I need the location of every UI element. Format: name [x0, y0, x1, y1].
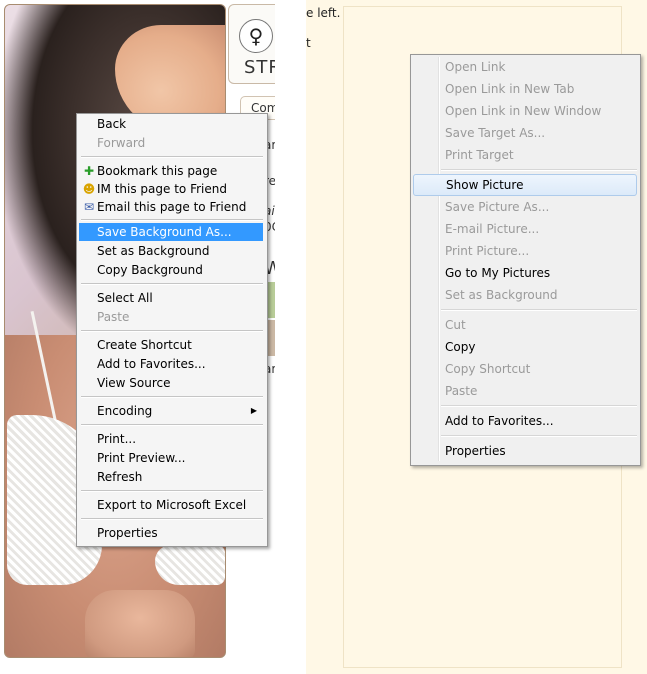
menu-item-label: Bookmark this page	[97, 164, 218, 178]
menu-item-label: Open Link in New Tab	[445, 82, 575, 96]
menu-item-paste: Paste	[79, 308, 263, 326]
menu-item-label: Save Background As...	[97, 225, 232, 239]
envelope-icon: ✉	[83, 200, 95, 214]
menu-item-label: Back	[97, 117, 127, 131]
menu-item-label: Encoding	[97, 404, 153, 418]
page-text-fragment: t	[306, 36, 311, 50]
menu-item-label: Cut	[445, 318, 466, 332]
menu-item-add-to-favorites[interactable]: Add to Favorites...	[413, 410, 637, 432]
menu-separator	[81, 330, 263, 332]
menu-item-refresh[interactable]: Refresh	[79, 468, 263, 486]
menu-item-label: Email this page to Friend	[97, 200, 247, 214]
menu-item-export-excel[interactable]: Export to Microsoft Excel	[79, 496, 263, 514]
menu-item-label: Go to My Pictures	[445, 266, 551, 280]
menu-separator	[81, 283, 263, 285]
menu-item-label: Forward	[97, 136, 146, 150]
submenu-arrow-icon: ▶	[250, 406, 257, 415]
logo-text: STR	[244, 57, 275, 78]
menu-item-label: Set as Background	[97, 244, 210, 258]
menu-separator	[81, 424, 263, 426]
smiley-icon: ☻	[82, 182, 96, 196]
site-logo[interactable]: ♀ STR	[228, 4, 275, 84]
menu-item-label: Print Preview...	[97, 451, 186, 465]
menu-item-view-source[interactable]: View Source	[79, 374, 263, 392]
menu-item-im-friend[interactable]: ☻ IM this page to Friend	[79, 180, 263, 198]
menu-item-label: Export to Microsoft Excel	[97, 498, 247, 512]
menu-item-print-preview[interactable]: Print Preview...	[79, 449, 263, 467]
menu-separator	[81, 156, 263, 158]
menu-item-label: Print...	[97, 432, 137, 446]
menu-separator	[81, 396, 263, 398]
menu-separator	[81, 490, 263, 492]
picture-context-menu: Open Link Open Link in New Tab Open Link…	[410, 54, 641, 466]
menu-item-print-target: Print Target	[413, 144, 637, 166]
menu-item-forward: Forward	[79, 134, 263, 152]
menu-item-label: Set as Background	[445, 288, 558, 302]
menu-item-label: Open Link	[445, 60, 506, 74]
menu-item-open-link: Open Link	[413, 56, 637, 78]
menu-separator	[81, 219, 263, 221]
page-context-menu: Back Forward ✚ Bookmark this page ☻ IM t…	[76, 113, 268, 547]
menu-item-properties[interactable]: Properties	[79, 524, 263, 542]
menu-item-label: Refresh	[97, 470, 143, 484]
menu-item-label: Print Picture...	[445, 244, 530, 258]
menu-item-back[interactable]: Back	[79, 115, 263, 133]
menu-item-print[interactable]: Print...	[79, 430, 263, 448]
bookmark-add-icon: ✚	[83, 164, 95, 178]
menu-item-add-favorites[interactable]: Add to Favorites...	[79, 355, 263, 373]
menu-item-set-as-background: Set as Background	[413, 284, 637, 306]
menu-item-label: Properties	[97, 526, 158, 540]
menu-item-label: Paste	[445, 384, 478, 398]
menu-item-encoding[interactable]: Encoding ▶	[79, 402, 263, 420]
menu-item-cut: Cut	[413, 314, 637, 336]
menu-item-copy[interactable]: Copy	[413, 336, 637, 358]
menu-item-label: Properties	[445, 444, 506, 458]
menu-separator	[441, 309, 637, 311]
menu-item-label: Open Link in New Window	[445, 104, 602, 118]
menu-separator	[441, 435, 637, 437]
menu-item-label: View Source	[97, 376, 171, 390]
menu-item-select-all[interactable]: Select All	[79, 289, 263, 307]
menu-item-print-picture: Print Picture...	[413, 240, 637, 262]
page-text-fragment: e left.	[306, 6, 341, 20]
menu-item-label: Copy	[445, 340, 476, 354]
menu-item-copy-shortcut: Copy Shortcut	[413, 358, 637, 380]
menu-item-label: Create Shortcut	[97, 338, 192, 352]
menu-item-go-to-my-pictures[interactable]: Go to My Pictures	[413, 262, 637, 284]
menu-item-open-link-new-tab: Open Link in New Tab	[413, 78, 637, 100]
menu-item-label: Save Target As...	[445, 126, 546, 140]
menu-item-email-picture: E-mail Picture...	[413, 218, 637, 240]
menu-item-label: Add to Favorites...	[445, 414, 554, 428]
menu-separator	[81, 518, 263, 520]
dancer-icon: ♀	[239, 19, 273, 53]
menu-item-label: Print Target	[445, 148, 514, 162]
menu-item-set-background[interactable]: Set as Background	[79, 242, 263, 260]
menu-item-show-picture[interactable]: Show Picture	[413, 174, 637, 196]
menu-item-label: Paste	[97, 310, 130, 324]
menu-item-email-friend[interactable]: ✉ Email this page to Friend	[79, 198, 263, 216]
menu-item-create-shortcut[interactable]: Create Shortcut	[79, 336, 263, 354]
menu-item-label: Save Picture As...	[445, 200, 550, 214]
menu-item-paste: Paste	[413, 380, 637, 402]
menu-item-label: Select All	[97, 291, 153, 305]
left-screenshot: ♀ STR Com ar re ai 0C W ar Back Forward …	[0, 0, 275, 674]
menu-item-label: Copy Background	[97, 263, 203, 277]
menu-item-label: IM this page to Friend	[97, 182, 227, 196]
menu-item-save-background[interactable]: Save Background As...	[79, 223, 263, 241]
menu-item-label: Show Picture	[446, 178, 524, 192]
menu-item-save-picture: Save Picture As...	[413, 196, 637, 218]
menu-item-save-target: Save Target As...	[413, 122, 637, 144]
menu-item-label: Add to Favorites...	[97, 357, 206, 371]
menu-separator	[441, 169, 637, 171]
menu-item-properties[interactable]: Properties	[413, 440, 637, 462]
menu-item-bookmark[interactable]: ✚ Bookmark this page	[79, 162, 263, 180]
menu-item-copy-background[interactable]: Copy Background	[79, 261, 263, 279]
menu-item-open-link-new-window: Open Link in New Window	[413, 100, 637, 122]
menu-item-label: Copy Shortcut	[445, 362, 531, 376]
menu-item-label: E-mail Picture...	[445, 222, 540, 236]
menu-separator	[441, 405, 637, 407]
